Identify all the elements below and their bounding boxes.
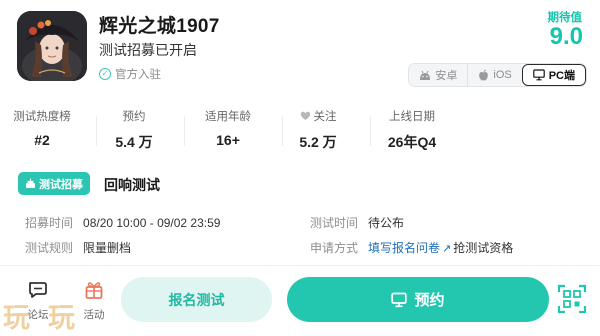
info-key: 测试规则 [25,241,74,255]
stats-row: 测试热度榜 #2 预约 5.4 万 适用年龄 16+ 关注 5.2 万 上线日期… [0,108,600,156]
stat-label: 关注 [288,108,348,124]
watermark-text: 玩玩 [3,303,93,334]
stat-label: 预约 [122,111,146,123]
monitor-icon [391,292,408,307]
stat-value: 5.4 万 [115,134,153,150]
heart-icon [300,111,310,120]
reserve-button[interactable]: 预约 [287,277,549,322]
info-key: 招募时间 [25,216,74,230]
stat-value: 26年Q4 [387,134,437,150]
check-circle-icon: ✓ [99,68,111,80]
recruit-tag-label: 测试招募 [39,178,83,191]
official-badge: ✓ 官方入驻 [99,66,161,82]
stat-value: 5.2 万 [299,134,337,150]
stat-age-rating: 适用年龄 16+ [194,108,262,148]
divider [184,116,185,146]
divider [96,116,97,146]
signup-survey-link[interactable]: 填写报名问卷 [368,241,440,255]
platform-switcher: 安卓 iOS PC端 [408,63,587,87]
stat-hot-rank[interactable]: 测试热度榜 #2 [8,108,76,148]
divider [282,116,283,146]
stat-followers[interactable]: 关注 5.2 万 [288,108,348,152]
monitor-icon [532,69,545,81]
info-value: 限量删档 [83,241,132,255]
qr-code-icon[interactable] [557,284,587,314]
game-subtitle: 测试招募已开启 [99,42,197,58]
stat-label: 适用年龄 [205,111,251,123]
apply-method-row: 申请方式 填写报名问卷 ↗ 抢测试资格 [310,239,513,256]
apple-icon [479,69,489,81]
stat-label-text: 关注 [313,111,337,123]
recruit-title: 回响测试 [104,177,160,193]
platform-ios[interactable]: iOS [467,64,522,86]
platform-pc[interactable]: PC端 [521,64,586,86]
stat-label: 上线日期 [389,111,435,123]
recruit-time-row: 招募时间 08/20 10:00 - 09/02 23:59 [25,214,220,231]
cake-icon [26,178,35,188]
game-title: 辉光之城1907 [99,16,220,37]
stat-value: #2 [34,132,50,148]
reserve-button-label: 预约 [414,292,445,309]
android-icon [420,70,431,80]
platform-android[interactable]: 安卓 [409,64,468,86]
stat-label: 测试热度榜 [13,111,71,123]
score-value: 9.0 [549,23,583,50]
recruit-tag: 测试招募 [18,172,90,195]
stat-reservations: 预约 5.4 万 [104,108,164,152]
platform-pc-label: PC端 [548,70,575,82]
info-key: 测试时间 [310,216,359,230]
game-icon [17,11,87,81]
platform-ios-label: iOS [493,69,512,81]
test-time-row: 测试时间 待公布 [310,214,404,231]
info-key: 申请方式 [310,241,359,255]
external-arrow-icon: ↗ [442,243,452,255]
info-value: 抢测试资格 [453,241,514,255]
info-value: 08/20 10:00 - 09/02 23:59 [83,216,221,230]
divider [370,116,371,146]
platform-android-label: 安卓 [435,70,458,82]
info-value: 待公布 [368,216,405,230]
official-label: 官方入驻 [115,69,161,81]
test-rules-row: 测试规则 限量删档 [25,239,131,256]
signup-test-button[interactable]: 报名测试 [121,277,272,322]
stat-value: 16+ [216,132,240,148]
stat-launch-date: 上线日期 26年Q4 [380,108,444,152]
